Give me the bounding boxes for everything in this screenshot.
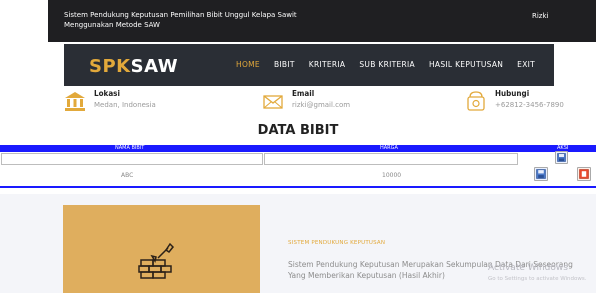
activation-watermark-hint: Go to Settings to activate Windows.	[488, 276, 587, 282]
nav-item-kriteria[interactable]: KRITERIA	[309, 60, 346, 69]
nav-item-hasil-keputusan[interactable]: HASIL KEPUTUSAN	[429, 60, 503, 69]
edit-row-button[interactable]	[534, 167, 548, 181]
nav-item-home[interactable]: HOME	[236, 60, 260, 69]
brick-trowel-icon	[138, 242, 175, 279]
row-nama-bibit: ABC	[121, 172, 134, 179]
bank-icon	[65, 92, 85, 111]
page-title: DATA BIBIT	[257, 123, 339, 138]
nav-item-exit[interactable]: EXIT	[517, 60, 535, 69]
table-header: NAMA BIBIT HARGA AKSI	[0, 145, 596, 152]
info-image-panel	[63, 205, 260, 293]
section-kicker: SISTEM PENDUKUNG KEPUTUSAN	[288, 240, 386, 246]
contact-phone: Hubungi +62812-3456-7890	[465, 88, 585, 124]
column-header-harga: HARGA	[380, 145, 398, 151]
user-name[interactable]: Rizki	[532, 12, 548, 20]
activation-watermark-title: Activate Windows	[488, 263, 568, 273]
top-bar: Sistem Pendukung Keputusan Pemilihan Bib…	[48, 0, 596, 42]
row-harga: 10000	[382, 172, 402, 179]
phone-label: Hubungi	[495, 89, 530, 98]
floppy-icon	[536, 169, 546, 179]
harga-input[interactable]	[264, 153, 518, 165]
navbar: SPKSAW HOME BIBIT KRITERIA SUB KRITERIA …	[64, 44, 554, 86]
delete-row-button[interactable]	[577, 167, 591, 181]
email-value[interactable]: rizki@gmail.com	[292, 101, 350, 109]
logo[interactable]: SPKSAW	[89, 56, 178, 77]
logo-part-spk: SPK	[89, 56, 131, 77]
floppy-icon	[557, 153, 566, 162]
phone-value[interactable]: +62812-3456-7890	[495, 101, 564, 109]
phone-icon	[467, 91, 485, 111]
delete-icon	[579, 169, 589, 179]
save-new-button[interactable]	[555, 151, 568, 164]
nav-menu: HOME BIBIT KRITERIA SUB KRITERIA HASIL K…	[236, 60, 535, 69]
envelope-icon	[263, 95, 283, 109]
nav-item-sub-kriteria[interactable]: SUB KRITERIA	[359, 60, 415, 69]
divider	[0, 186, 596, 188]
contact-location: Lokasi Medan, Indonesia	[64, 88, 224, 124]
contact-email: Email rizki@gmail.com	[262, 88, 422, 124]
email-label: Email	[292, 89, 315, 98]
system-title: Sistem Pendukung Keputusan Pemilihan Bib…	[64, 11, 297, 29]
location-value: Medan, Indonesia	[94, 101, 156, 109]
nav-item-bibit[interactable]: BIBIT	[274, 60, 295, 69]
nama-bibit-input[interactable]	[1, 153, 263, 165]
column-header-nama-bibit: NAMA BIBIT	[115, 145, 145, 151]
location-label: Lokasi	[94, 89, 120, 98]
logo-part-saw: SAW	[130, 56, 179, 77]
